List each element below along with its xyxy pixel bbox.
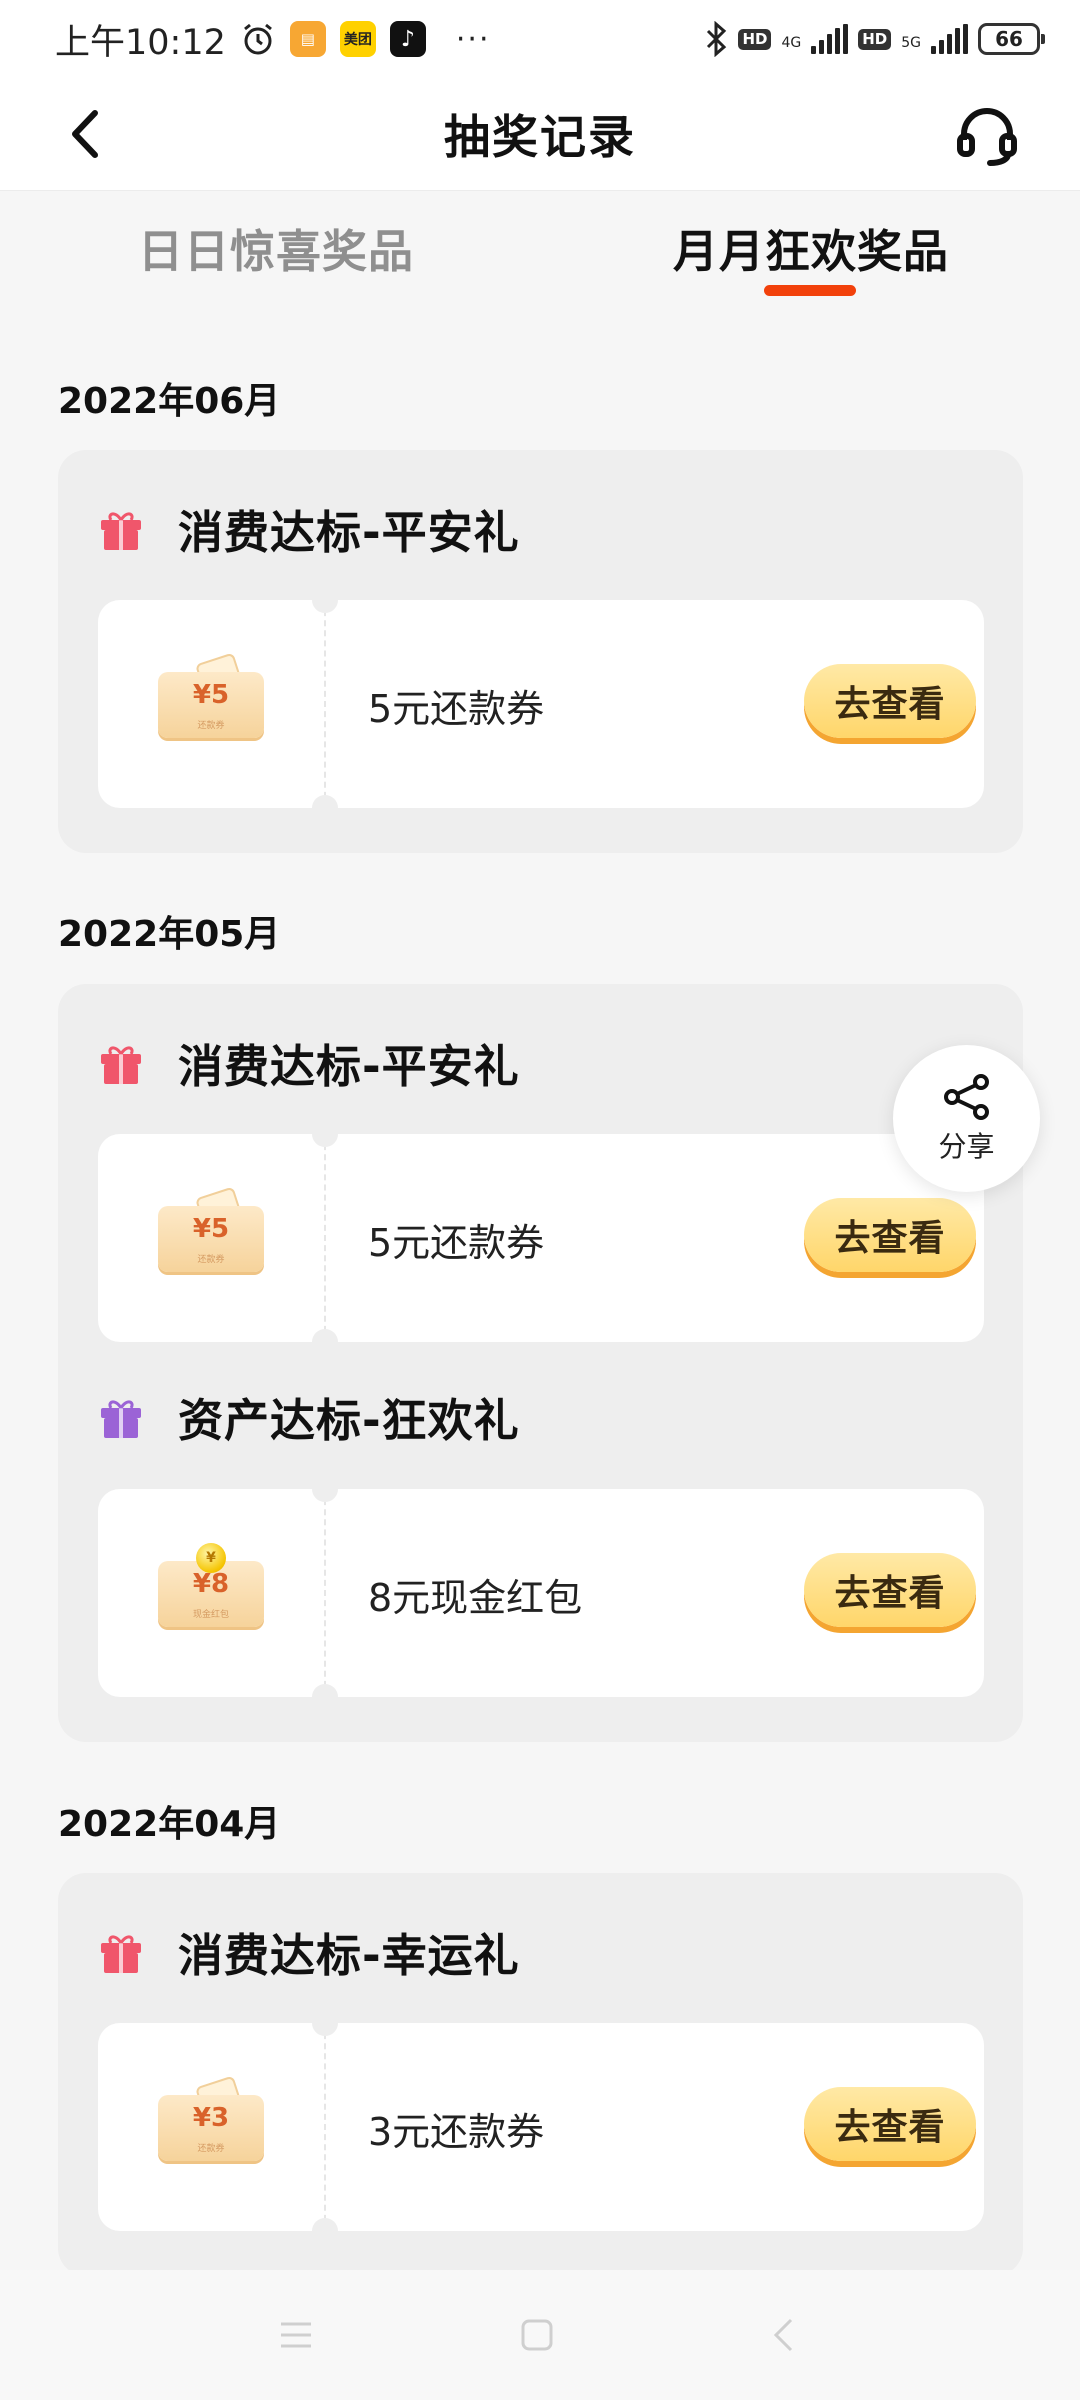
view-prize-button[interactable]: 去查看 xyxy=(804,1553,976,1627)
tab-daily-prizes[interactable]: 日日惊喜奖品 xyxy=(138,215,414,280)
month-card: 消费达标-平安礼 ¥5 还款券 5元还款券 去查看 资产达标-狂欢礼 ¥ ¥8 … xyxy=(58,984,1023,1742)
prize-name: 5元还款券 xyxy=(368,687,545,731)
coupon-amount: ¥5 xyxy=(192,1214,230,1244)
coupon-subtitle: 还款券 xyxy=(197,1255,225,1265)
ticket-notch xyxy=(312,2218,338,2231)
page-title: 抽奖记录 xyxy=(444,110,636,164)
ticket-notch xyxy=(312,795,338,808)
prize-row: ¥ ¥8 现金红包 8元现金红包 去查看 xyxy=(98,1489,984,1697)
ticket-notch xyxy=(312,1134,338,1147)
tiktok-app-icon: ♪ xyxy=(389,21,426,57)
ticket-divider xyxy=(324,1134,326,1342)
gift-group-label: 消费达标-幸运礼 xyxy=(178,1929,520,1982)
home-nav-button[interactable] xyxy=(512,2310,562,2360)
prize-name: 5元还款券 xyxy=(368,1221,545,1265)
ticket-divider xyxy=(324,600,326,808)
tab-monthly-prizes[interactable]: 月月狂欢奖品 xyxy=(673,215,949,280)
back-triangle-icon xyxy=(773,2318,793,2352)
month-label: 2022年05月 xyxy=(58,914,281,955)
status-time: 上午10:12 xyxy=(55,22,226,63)
prize-name: 3元还款券 xyxy=(368,2110,545,2154)
ticket-notch xyxy=(312,1489,338,1502)
prize-name: 8元现金红包 xyxy=(368,1576,583,1620)
gift-icon xyxy=(101,1400,141,1438)
coupon-subtitle: 还款券 xyxy=(197,2144,225,2154)
ticket-divider xyxy=(324,1489,326,1697)
coupon-amount: ¥3 xyxy=(192,2103,230,2133)
system-nav-bar xyxy=(0,2270,1080,2400)
back-button[interactable] xyxy=(55,104,115,164)
back-nav-button[interactable] xyxy=(758,2310,808,2360)
share-button[interactable]: 分享 xyxy=(893,1045,1040,1192)
headset-icon xyxy=(957,108,1017,166)
coupon-amount: ¥5 xyxy=(192,680,230,710)
coupon-amount: ¥8 xyxy=(192,1569,230,1599)
home-square-icon xyxy=(521,2319,553,2351)
notes-app-icon: ▤ xyxy=(289,21,326,57)
gift-group-title: 消费达标-幸运礼 xyxy=(98,1919,520,1984)
ticket-notch xyxy=(312,1684,338,1697)
battery-icon: 66 xyxy=(978,23,1045,55)
menu-icon xyxy=(281,2322,311,2348)
network-type-label: 4G xyxy=(781,35,802,51)
repayment-coupon-icon: ¥5 还款券 xyxy=(158,652,264,740)
meituan-app-icon: 美团 xyxy=(339,21,376,57)
gift-group-title: 消费达标-平安礼 xyxy=(98,1030,520,1095)
gift-icon xyxy=(101,1935,141,1973)
repayment-coupon-icon: ¥5 还款券 xyxy=(158,1186,264,1274)
bluetooth-icon xyxy=(704,21,728,57)
view-prize-button[interactable]: 去查看 xyxy=(804,664,976,738)
month-card: 消费达标-平安礼 ¥5 还款券 5元还款券 去查看 xyxy=(58,450,1023,853)
month-card: 消费达标-幸运礼 ¥3 还款券 3元还款券 去查看 xyxy=(58,1873,1023,2276)
ticket-notch xyxy=(312,600,338,613)
hd-badge-2: HD xyxy=(858,28,892,50)
month-label: 2022年04月 xyxy=(58,1804,281,1845)
repayment-coupon-icon: ¥3 还款券 xyxy=(158,2075,264,2163)
view-prize-button[interactable]: 去查看 xyxy=(804,2087,976,2161)
gift-group-label: 消费达标-平安礼 xyxy=(178,506,520,559)
prize-row: ¥3 还款券 3元还款券 去查看 xyxy=(98,2023,984,2231)
ticket-notch xyxy=(312,2023,338,2036)
ticket-divider xyxy=(324,2023,326,2231)
ticket-notch xyxy=(312,1329,338,1342)
gift-icon xyxy=(101,512,141,550)
month-label: 2022年06月 xyxy=(58,381,281,422)
active-tab-indicator xyxy=(764,285,856,296)
more-notifications-icon: ··· xyxy=(455,21,491,57)
hd-badge: HD xyxy=(738,28,772,50)
gift-group-title: 消费达标-平安礼 xyxy=(98,496,520,561)
chevron-left-icon xyxy=(72,110,98,158)
share-label: 分享 xyxy=(938,1129,995,1163)
prize-row: ¥5 还款券 5元还款券 去查看 xyxy=(98,600,984,808)
signal-icon-2 xyxy=(931,24,968,54)
alarm-icon xyxy=(240,21,276,57)
gift-group-label: 消费达标-平安礼 xyxy=(178,1040,520,1093)
customer-service-button[interactable] xyxy=(952,100,1022,170)
prize-tabs: 日日惊喜奖品 月月狂欢奖品 xyxy=(0,190,1080,302)
gift-group-label: 资产达标-狂欢礼 xyxy=(178,1394,520,1447)
app-header: 抽奖记录 xyxy=(0,78,1080,190)
network-type-label-2: 5G xyxy=(901,35,921,51)
view-prize-button[interactable]: 去查看 xyxy=(804,1198,976,1272)
gift-group-title: 资产达标-狂欢礼 xyxy=(98,1384,520,1449)
coupon-subtitle: 还款券 xyxy=(197,721,225,731)
prize-row: ¥5 还款券 5元还款券 去查看 xyxy=(98,1134,984,1342)
share-icon xyxy=(943,1073,989,1120)
cash-red-packet-icon: ¥ ¥8 现金红包 xyxy=(158,1543,264,1629)
menu-nav-button[interactable] xyxy=(271,2310,321,2360)
gift-icon xyxy=(101,1046,141,1084)
signal-icon xyxy=(811,24,849,54)
status-bar: 上午10:12 ▤ 美团 ♪ ··· HD 4G HD 5G 66 xyxy=(0,0,1080,78)
coupon-subtitle: 现金红包 xyxy=(192,1610,229,1620)
